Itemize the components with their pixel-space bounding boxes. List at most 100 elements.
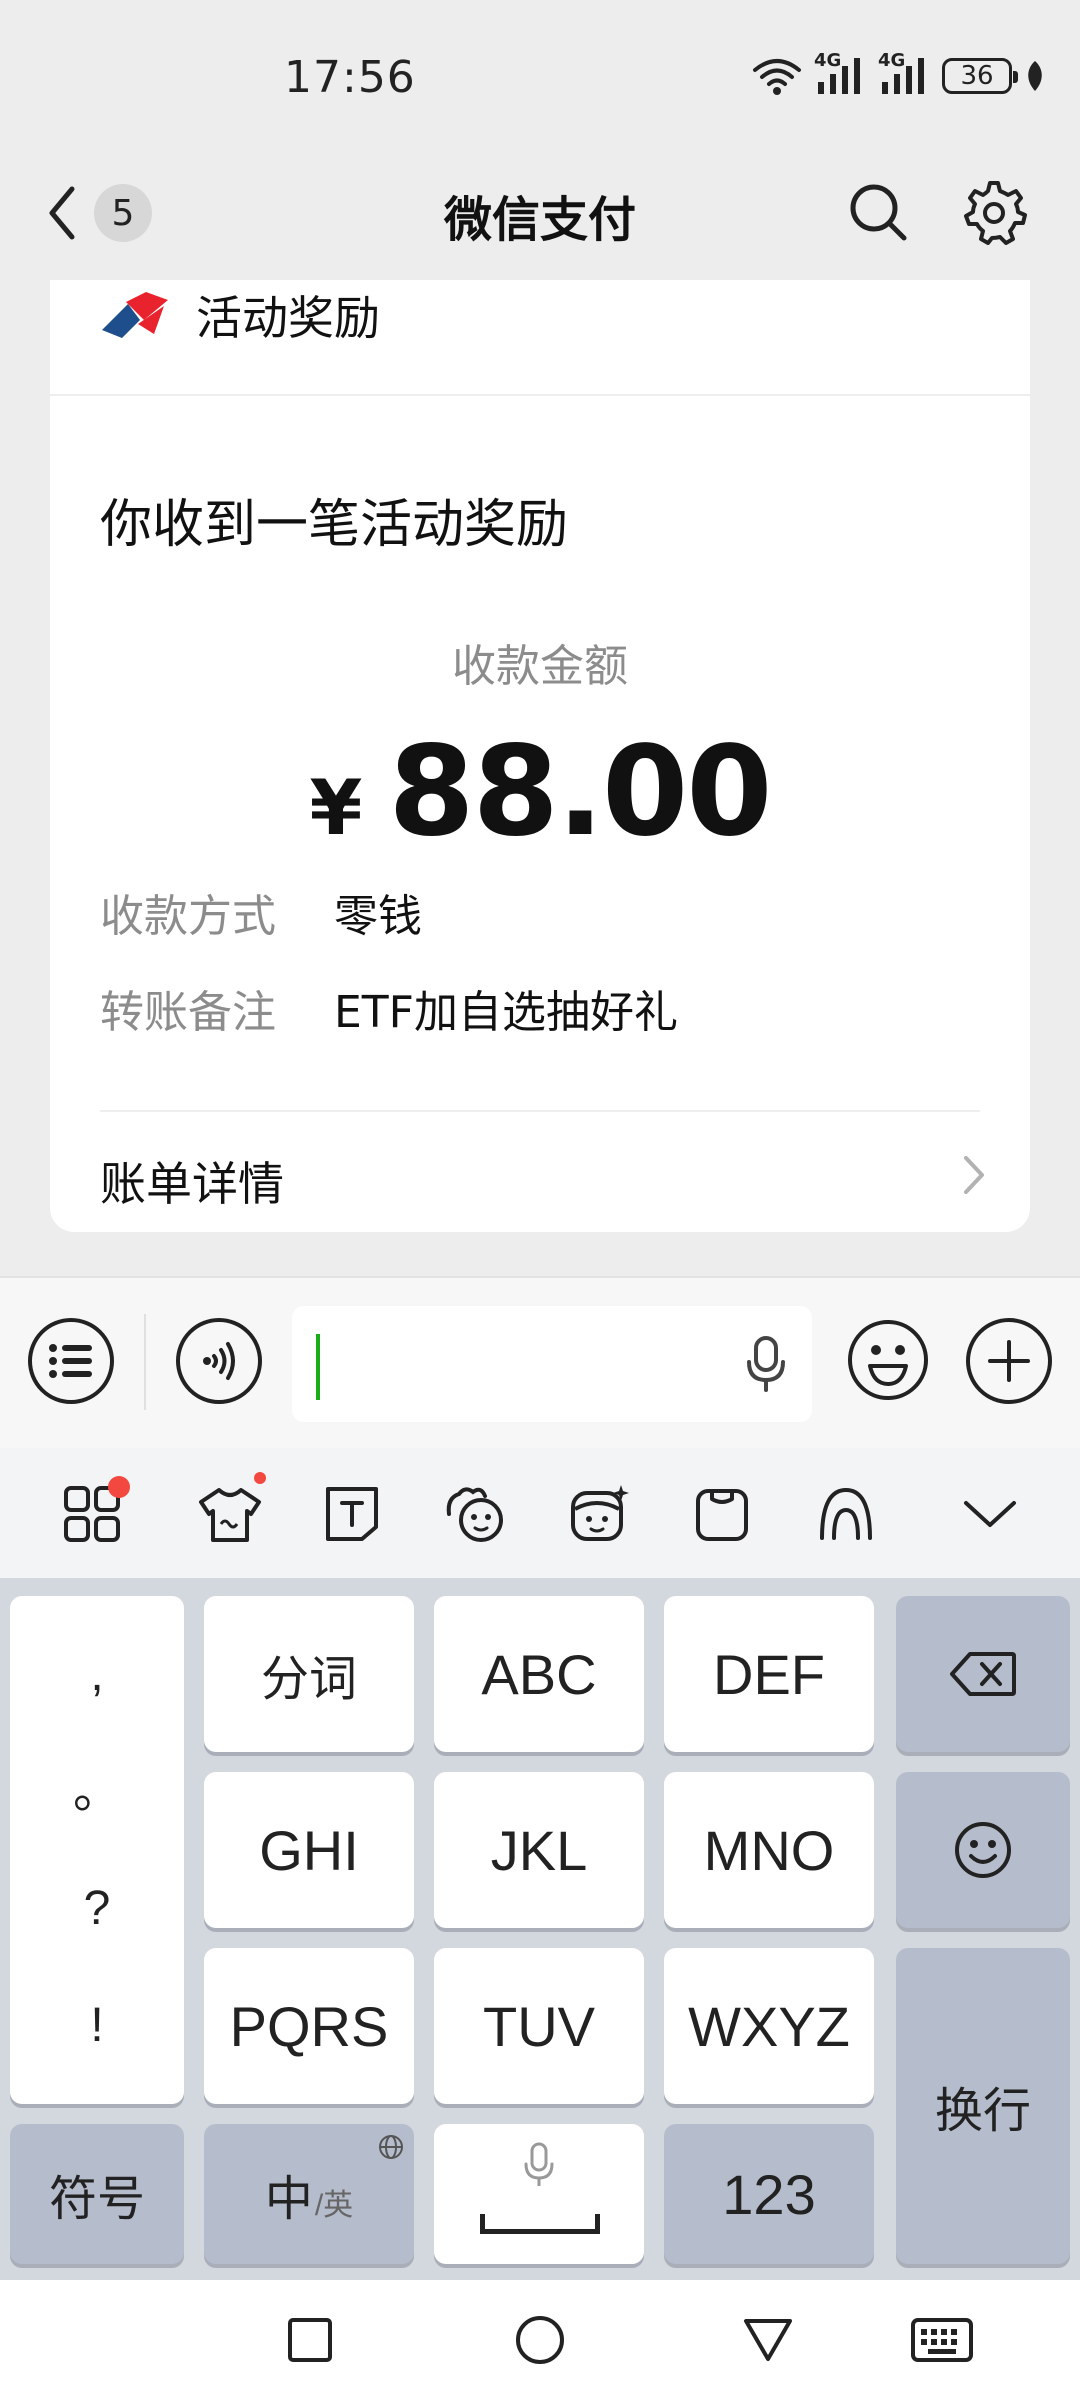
- chevron-right-icon: [962, 1154, 986, 1196]
- toolbar-assistant-button[interactable]: [806, 1474, 886, 1554]
- sticker-icon: [443, 1484, 509, 1544]
- message-input[interactable]: [292, 1306, 812, 1422]
- keyboard-icon: [910, 2317, 974, 2363]
- key-question[interactable]: ?: [84, 1884, 111, 1933]
- globe-icon: [378, 2134, 404, 2160]
- notification-dot: [254, 1472, 266, 1484]
- assistant-icon: [816, 1484, 876, 1544]
- lang-en-label: /英: [314, 2189, 354, 2222]
- brand-name: 活动奖励: [196, 291, 380, 345]
- text-style-icon: [324, 1485, 380, 1543]
- amount-label: 收款金额: [452, 641, 628, 692]
- signal-1: 4G: [814, 50, 866, 96]
- network-type-2: 4G: [878, 50, 906, 71]
- key-tuv[interactable]: TUV: [434, 1948, 644, 2104]
- currency-symbol: ¥: [309, 763, 363, 852]
- toolbar-text-button[interactable]: [312, 1474, 392, 1554]
- microphone-icon[interactable]: [744, 1334, 788, 1394]
- keyboard: , 。 ? ! 分词 ABC DEF GHI JKL MNO PQRS TUV …: [0, 1578, 1080, 2280]
- message-title: 你收到一笔活动奖励: [100, 495, 569, 555]
- detail-row-payment-method: 收款方式 零钱: [100, 880, 422, 944]
- key-comma[interactable]: ,: [90, 1650, 103, 1699]
- circle-icon: [514, 2314, 566, 2366]
- key-pqrs[interactable]: PQRS: [204, 1948, 414, 2104]
- voice-icon: [196, 1338, 242, 1384]
- plus-icon: [986, 1338, 1032, 1384]
- detail-label: 收款方式: [100, 891, 276, 942]
- shirt-icon: [197, 1484, 263, 1544]
- page-title: 微信支付: [443, 192, 636, 248]
- network-type-1: 4G: [814, 50, 842, 71]
- smiley-icon: [846, 1318, 930, 1402]
- smiley-icon: [953, 1820, 1013, 1880]
- collapse-keyboard-button[interactable]: [950, 1474, 1030, 1554]
- battery-indicator: 36: [942, 58, 1018, 94]
- header: 5 微信支付: [0, 150, 1080, 280]
- clipboard-icon: [694, 1485, 750, 1543]
- search-icon: [847, 181, 909, 243]
- numbers-key[interactable]: 123: [664, 2124, 874, 2264]
- navigation-bar: [0, 2280, 1080, 2400]
- home-button[interactable]: [500, 2300, 580, 2380]
- notification-dot: [108, 1476, 130, 1498]
- toolbar-emoji-button[interactable]: [558, 1474, 638, 1554]
- punctuation-column[interactable]: , 。 ? !: [10, 1596, 184, 2104]
- emoji-button[interactable]: [846, 1318, 930, 1402]
- backspace-icon: [948, 1650, 1018, 1698]
- space-key[interactable]: [434, 2124, 644, 2264]
- symbols-key[interactable]: 符号: [10, 2124, 184, 2264]
- bill-details-label: 账单详情: [100, 1157, 284, 1211]
- key-segment[interactable]: 分词: [204, 1596, 414, 1752]
- enter-key[interactable]: 换行: [896, 1948, 1070, 2264]
- status-icons: 4G 4G 36: [752, 50, 1046, 96]
- payment-message-card[interactable]: 活动奖励 你收到一笔活动奖励 收款金额 ¥ 88.00 收款方式 零钱 转账备注…: [50, 280, 1030, 1232]
- detail-value: 零钱: [334, 891, 422, 942]
- triangle-icon: [742, 2317, 794, 2363]
- settings-button[interactable]: [954, 172, 1034, 252]
- brand-logo: [98, 290, 172, 346]
- voice-input-button[interactable]: [176, 1318, 262, 1404]
- leaf-icon: [1024, 59, 1046, 93]
- search-button[interactable]: [838, 172, 918, 252]
- toolbar-skin-button[interactable]: [190, 1472, 270, 1554]
- back-nav-button[interactable]: [728, 2300, 808, 2380]
- microphone-icon: [522, 2142, 556, 2188]
- key-period[interactable]: 。: [73, 1767, 121, 1816]
- key-mno[interactable]: MNO: [664, 1772, 874, 1928]
- amount-row: ¥ 88.00: [50, 720, 1030, 864]
- key-exclamation[interactable]: !: [90, 2001, 103, 2050]
- detail-label: 转账备注: [100, 987, 276, 1038]
- text-caret: [316, 1334, 320, 1400]
- list-icon: [48, 1343, 94, 1379]
- key-wxyz[interactable]: WXYZ: [664, 1948, 874, 2104]
- detail-row-transfer-note: 转账备注 ETF加自选抽好礼: [100, 976, 678, 1040]
- emoji-key[interactable]: [896, 1772, 1070, 1928]
- signal-2: 4G: [878, 50, 930, 96]
- recent-apps-button[interactable]: [270, 2300, 350, 2380]
- menu-button[interactable]: [28, 1318, 114, 1404]
- more-button[interactable]: [966, 1318, 1052, 1404]
- language-switch-key[interactable]: 中 /英: [204, 2124, 414, 2264]
- wifi-icon: [752, 56, 802, 96]
- space-bar-icon: [480, 2214, 600, 2234]
- keyboard-toolbar: [0, 1448, 1080, 1578]
- gear-icon: [961, 179, 1027, 245]
- key-jkl[interactable]: JKL: [434, 1772, 644, 1928]
- detail-value: ETF加自选抽好礼: [334, 987, 678, 1038]
- chat-input-bar: [0, 1276, 1080, 1448]
- keyboard-switch-button[interactable]: [902, 2300, 982, 2380]
- key-ghi[interactable]: GHI: [204, 1772, 414, 1928]
- toolbar-clipboard-button[interactable]: [682, 1474, 762, 1554]
- toolbar-apps-button[interactable]: [52, 1474, 132, 1554]
- card-header: 活动奖励: [50, 280, 1030, 396]
- battery-level: 36: [960, 61, 994, 91]
- toolbar-sticker-button[interactable]: [436, 1474, 516, 1554]
- status-bar: 17:56 4G 4G 36: [0, 0, 1080, 150]
- bill-details-link[interactable]: 账单详情: [50, 1112, 1030, 1232]
- status-time: 17:56: [284, 52, 416, 103]
- face-icon: [567, 1483, 629, 1545]
- backspace-key[interactable]: [896, 1596, 1070, 1752]
- key-def[interactable]: DEF: [664, 1596, 874, 1752]
- key-abc[interactable]: ABC: [434, 1596, 644, 1752]
- lang-zh-label: 中: [264, 2171, 313, 2227]
